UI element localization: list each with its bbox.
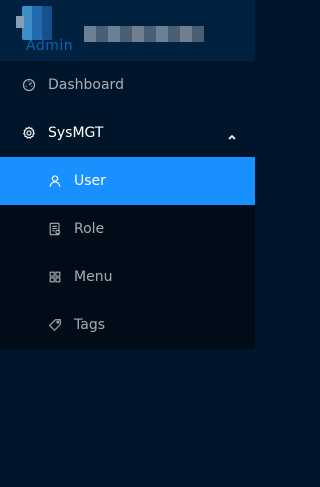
logo-title: Admin <box>26 38 74 54</box>
logo-image <box>16 6 52 40</box>
menu-item-label: Dashboard <box>48 77 124 93</box>
menu-item-tags[interactable]: Tags <box>0 301 255 349</box>
chevron-up-icon <box>227 129 237 140</box>
blurred-logo-text <box>84 26 204 42</box>
menu-item-label: User <box>74 173 106 189</box>
dashboard-icon <box>22 78 36 92</box>
logo-area[interactable]: Admin <box>0 0 255 61</box>
user-icon <box>48 174 62 188</box>
menu-item-label: Menu <box>74 269 113 285</box>
sysmgt-submenu-wrapper: User Role Menu Tags <box>0 157 255 349</box>
menu-grid-icon <box>48 270 62 284</box>
gear-icon <box>22 126 36 140</box>
role-icon <box>48 222 62 236</box>
menu-item-dashboard[interactable]: Dashboard <box>0 61 255 109</box>
menu-item-label: Tags <box>74 317 105 333</box>
menu-item-menu[interactable]: Menu <box>0 253 255 301</box>
sidebar: Admin Dashboard SysMGT User Role Menu Ta… <box>0 0 255 487</box>
sysmgt-submenu: User Role Menu Tags <box>0 157 255 349</box>
menu-item-sysmgt[interactable]: SysMGT <box>0 109 255 157</box>
menu-item-label: SysMGT <box>48 125 104 141</box>
tag-icon <box>48 318 62 332</box>
side-menu: Dashboard SysMGT User Role Menu Tags <box>0 61 255 349</box>
menu-item-user[interactable]: User <box>0 157 255 205</box>
menu-item-role[interactable]: Role <box>0 205 255 253</box>
menu-item-label: Role <box>74 221 105 237</box>
